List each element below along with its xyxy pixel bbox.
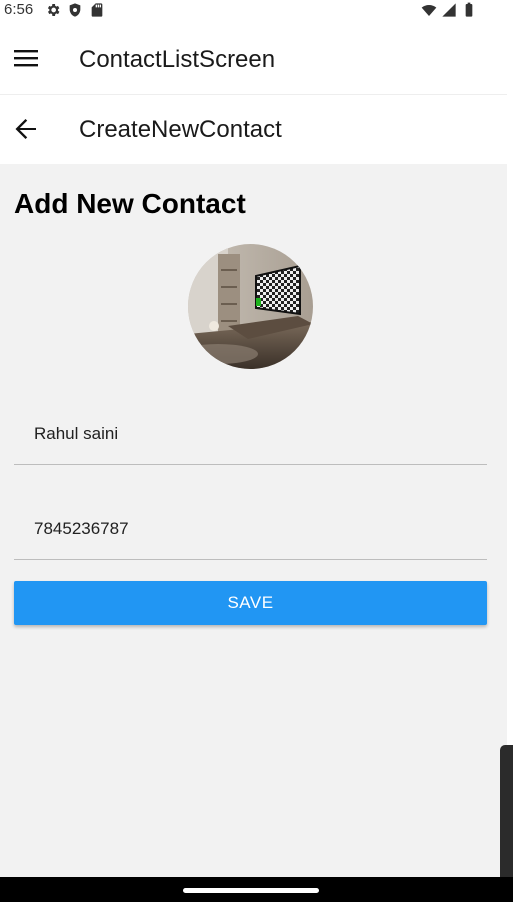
status-bar: 6:56 [0, 0, 507, 22]
screen-title: CreateNewContact [79, 116, 282, 143]
app-bar: ContactListScreen [0, 22, 507, 95]
page-title: Add New Contact [14, 188, 246, 219]
status-icons-right [421, 2, 477, 18]
status-icons-left [45, 2, 105, 18]
battery-icon [465, 2, 473, 17]
side-panel-handle[interactable] [500, 745, 513, 880]
phone-input[interactable] [14, 499, 487, 559]
wifi-icon [421, 5, 437, 16]
gear-icon [47, 4, 60, 16]
save-button[interactable]: SAVE [14, 581, 487, 625]
name-field[interactable] [14, 404, 487, 465]
contact-photo[interactable] [188, 244, 313, 369]
menu-icon[interactable] [12, 46, 40, 70]
sub-header: CreateNewContact [0, 95, 507, 164]
name-input[interactable] [14, 404, 487, 464]
signal-icon [442, 3, 456, 17]
sd-card-icon [91, 3, 103, 17]
arrow-back-icon[interactable] [12, 115, 40, 143]
phone-field[interactable] [14, 499, 487, 560]
app-bar-title: ContactListScreen [79, 46, 276, 73]
status-time: 6:56 [4, 1, 34, 18]
shield-icon [69, 3, 81, 17]
room-photo-image [188, 244, 313, 369]
home-indicator[interactable] [183, 888, 319, 893]
form-content: Add New Contact Rahul saini 7845236787 S… [0, 164, 507, 877]
navigation-bar [0, 877, 513, 902]
